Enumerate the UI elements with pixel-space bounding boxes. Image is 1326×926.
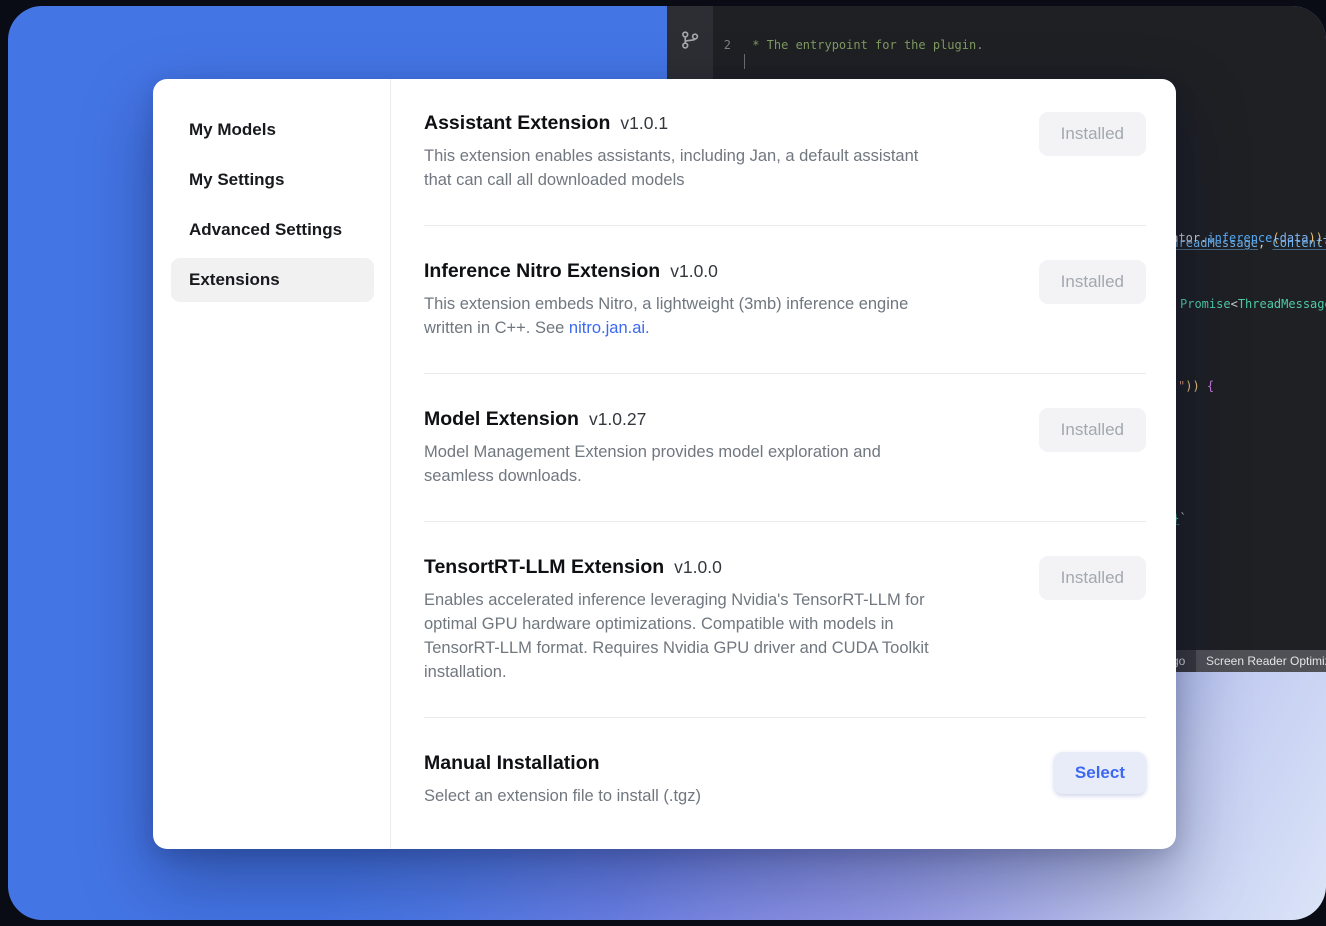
code-snippet-promise: Promise<ThreadMessage> (1180, 296, 1326, 313)
extensions-panel: Assistant Extension v1.0.1 This extensio… (391, 79, 1176, 849)
extension-version: v1.0.27 (589, 409, 646, 430)
extension-version: v1.0.1 (620, 113, 668, 134)
installed-button[interactable]: Installed (1039, 556, 1146, 600)
installed-button[interactable]: Installed (1039, 260, 1146, 304)
editor-cursor (744, 54, 745, 69)
code-snippet-condition: ")) { (1178, 378, 1214, 395)
extension-section-assistant: Assistant Extension v1.0.1 This extensio… (424, 112, 1146, 225)
nav-item-extensions[interactable]: Extensions (171, 258, 374, 302)
extension-section-model: Model Extension v1.0.27 Model Management… (424, 373, 1146, 521)
source-control-icon (680, 30, 700, 55)
extension-description: Enables accelerated inference leveraging… (424, 588, 1016, 684)
extension-description: This extension enables assistants, inclu… (424, 144, 1016, 192)
extension-title: Assistant Extension (424, 112, 610, 135)
select-button[interactable]: Select (1054, 752, 1146, 794)
extension-title: Inference Nitro Extension (424, 260, 660, 283)
hero-background: 2 * The entrypoint for the plugin. 3 */ … (8, 6, 1326, 920)
extension-title: TensortRT-LLM Extension (424, 556, 664, 579)
installed-button[interactable]: Installed (1039, 408, 1146, 452)
manual-installation-section: Manual Installation Select an extension … (424, 717, 1146, 841)
nav-item-my-models[interactable]: My Models (171, 108, 374, 152)
extension-title: Model Extension (424, 408, 579, 431)
extension-version: v1.0.0 (674, 557, 722, 578)
extension-section-tensorrt: TensortRT-LLM Extension v1.0.0 Enables a… (424, 521, 1146, 717)
manual-installation-title: Manual Installation (424, 752, 600, 775)
installed-button[interactable]: Installed (1039, 112, 1146, 156)
nav-item-my-settings[interactable]: My Settings (171, 158, 374, 202)
manual-installation-description: Select an extension file to install (.tg… (424, 784, 1016, 808)
settings-nav: My Models My Settings Advanced Settings … (153, 79, 391, 849)
extension-description: This extension embeds Nitro, a lightweig… (424, 292, 1016, 340)
nitro-jan-ai-link[interactable]: nitro.jan.ai. (569, 319, 650, 337)
extension-section-nitro: Inference Nitro Extension v1.0.0 This ex… (424, 225, 1146, 373)
extension-description: Model Management Extension provides mode… (424, 440, 1016, 488)
settings-modal: My Models My Settings Advanced Settings … (153, 79, 1176, 849)
extension-version: v1.0.0 (670, 261, 718, 282)
status-bar-screen-reader-item: Screen Reader Optimize (1196, 650, 1326, 672)
code-line: 2 * The entrypoint for the plugin. (713, 37, 1326, 54)
code-snippet-inference: rator.inference(data)); (1164, 230, 1326, 247)
nav-item-advanced-settings[interactable]: Advanced Settings (171, 208, 374, 252)
